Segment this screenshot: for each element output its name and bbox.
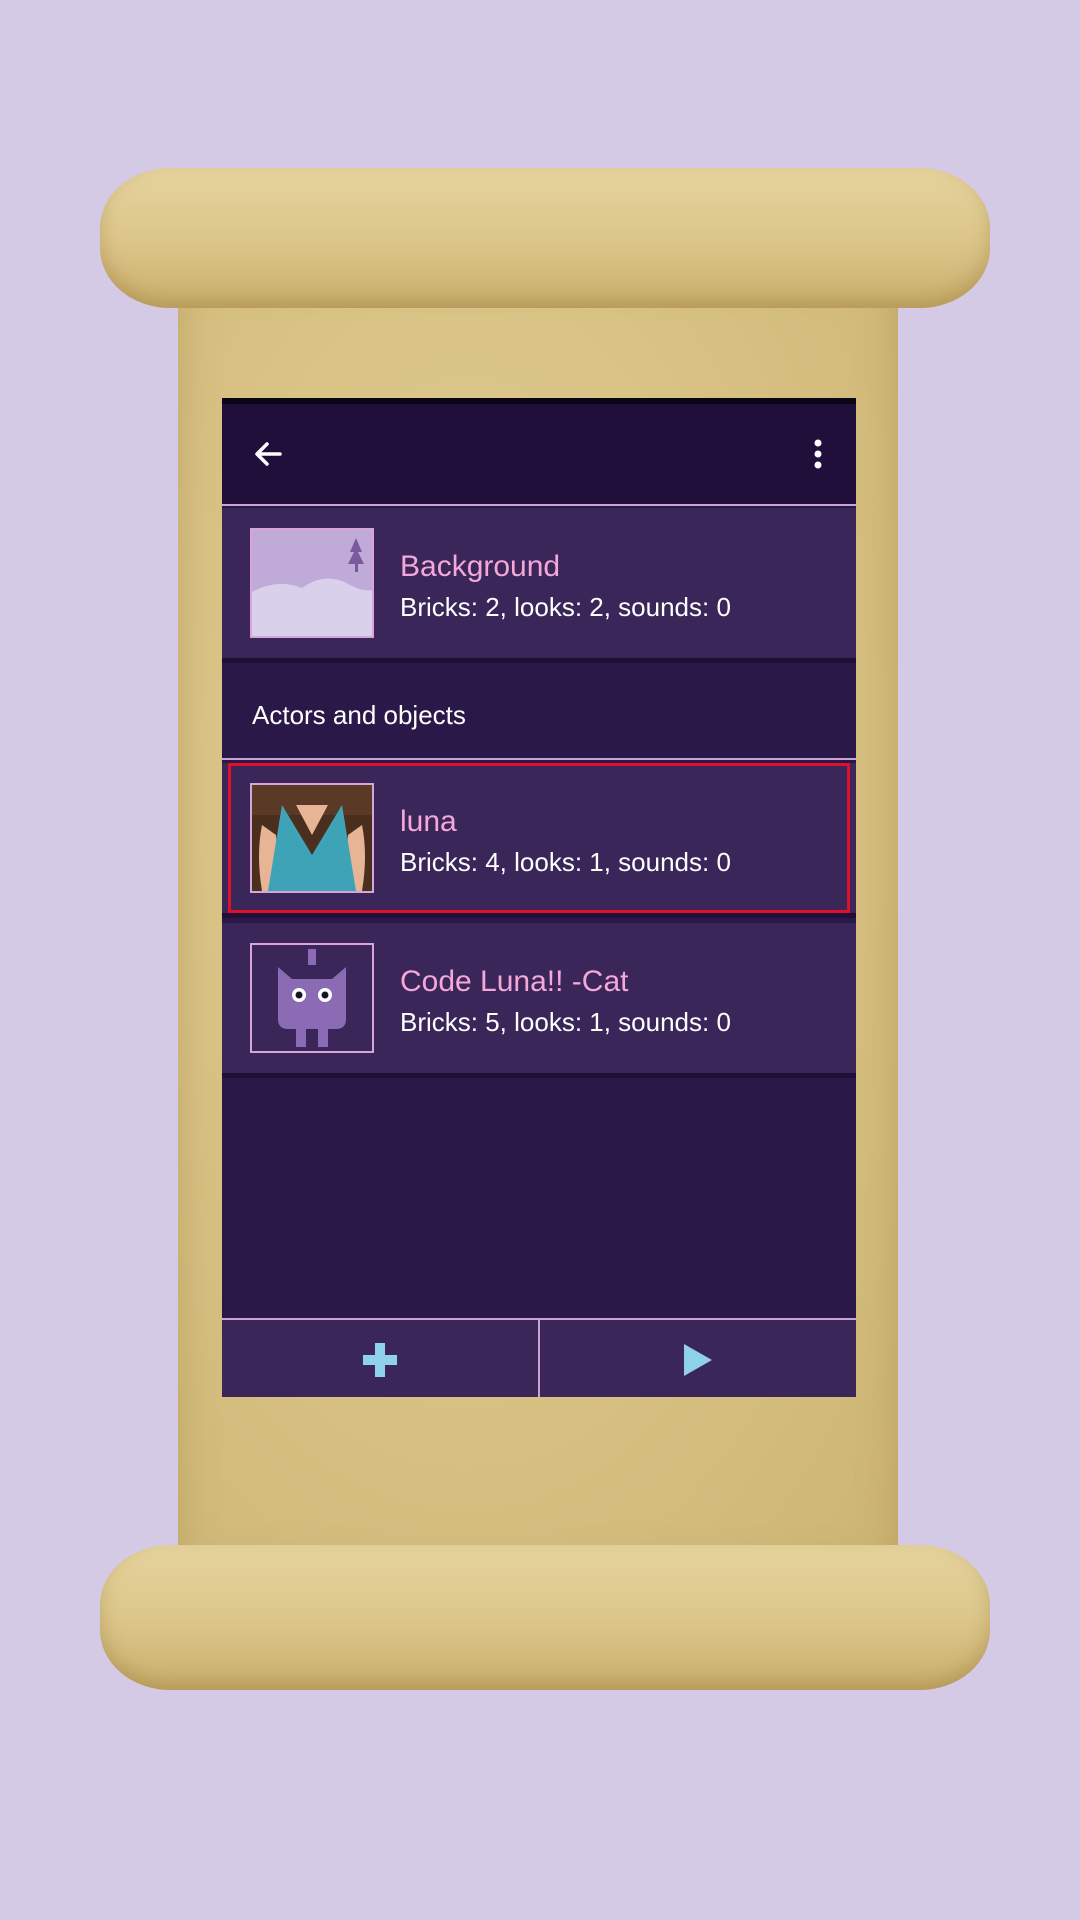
background-thumbnail [250,528,374,638]
plus-icon [363,1342,397,1377]
actor-name: luna [400,805,457,838]
more-vertical-icon [814,439,822,469]
app-screen: Background Bricks: 2, looks: 2, sounds: … [222,398,856,1397]
add-button[interactable] [222,1320,540,1397]
parchment-roll-top [100,168,990,308]
play-icon [684,1343,712,1376]
play-button[interactable] [540,1320,856,1397]
arrow-left-icon [255,442,282,466]
background-name: Background [400,550,561,583]
actors-section-header: Actors and objects [222,666,856,760]
actor-details: Bricks: 5, looks: 1, sounds: 0 [400,1007,731,1037]
actor-item-cat[interactable]: Code Luna!! -Cat Bricks: 5, looks: 1, so… [222,923,856,1078]
app-bar [222,404,856,506]
overflow-menu-button[interactable] [806,434,830,474]
parchment-roll-bottom [100,1545,990,1690]
section-title: Actors and objects [252,700,466,730]
actor-item-luna[interactable]: luna Bricks: 4, looks: 1, sounds: 0 [222,763,856,918]
background-item[interactable]: Background Bricks: 2, looks: 2, sounds: … [222,508,856,663]
back-button[interactable] [248,434,288,474]
background-details: Bricks: 2, looks: 2, sounds: 0 [400,592,731,622]
actor-name: Code Luna!! -Cat [400,965,629,998]
luna-thumbnail [250,783,374,893]
bottom-bar [222,1318,856,1397]
cat-thumbnail [250,943,374,1053]
actor-details: Bricks: 4, looks: 1, sounds: 0 [400,847,731,877]
